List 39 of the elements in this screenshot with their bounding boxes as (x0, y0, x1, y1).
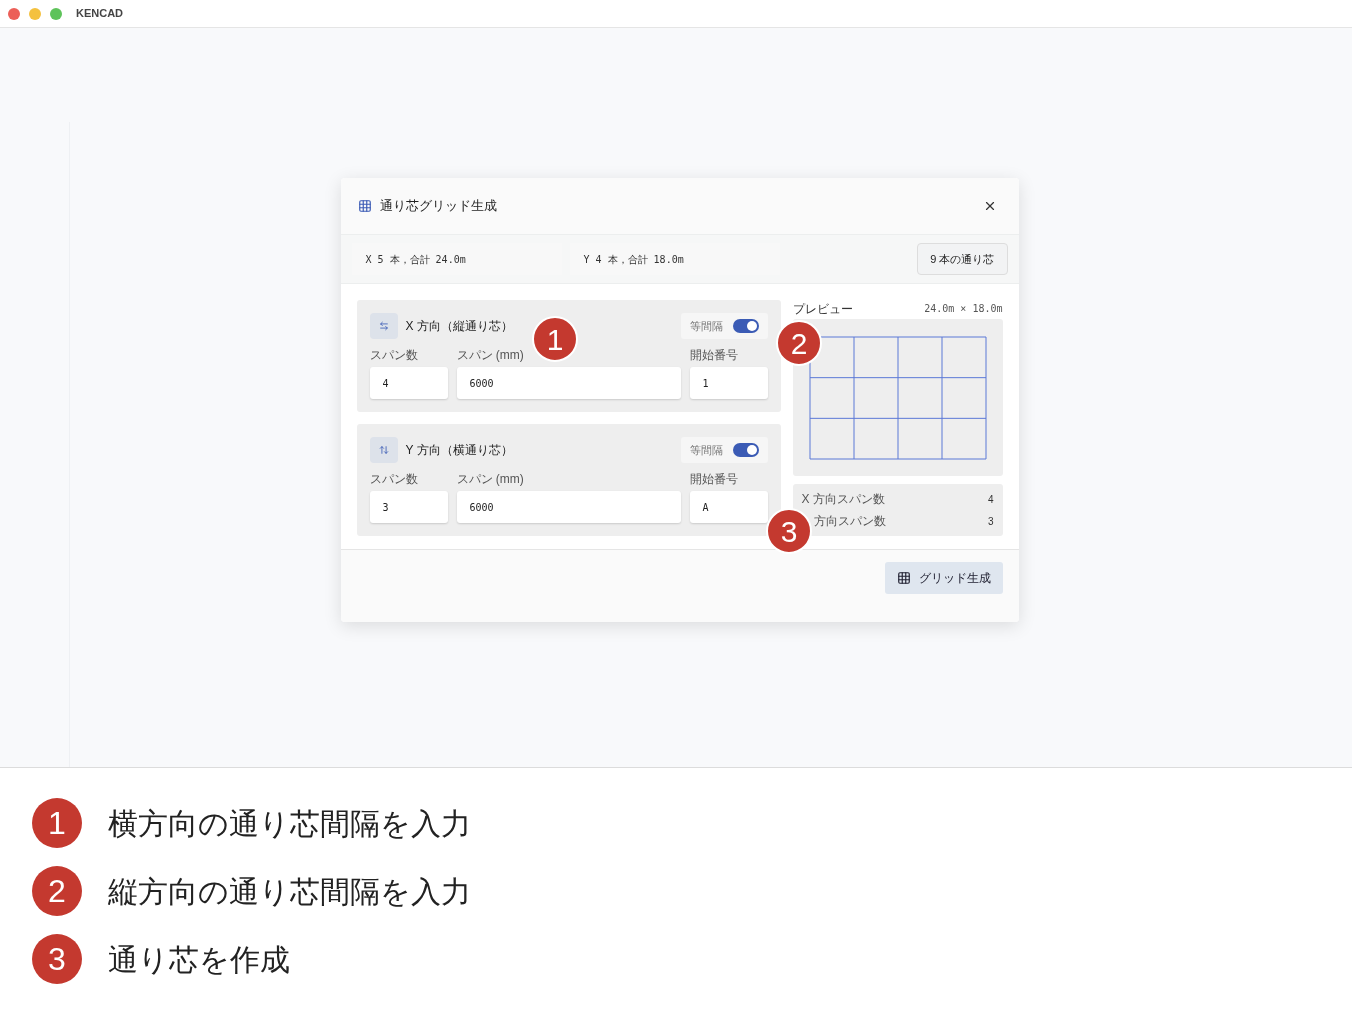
input-field[interactable]: 6000 (456, 367, 681, 399)
legend-text: 通り芯を作成 (108, 941, 290, 978)
equal-spacing-control[interactable]: 等間隔 (680, 437, 768, 463)
direction-title: X 方向（縦通り芯） (405, 318, 513, 335)
field-label: 開始番号 (689, 347, 739, 363)
equal-spacing-control[interactable]: 等間隔 (680, 313, 768, 339)
legend-marker: 2 (32, 866, 82, 916)
stat-label: X 方向スパン数 (801, 491, 885, 508)
dialog-title: 通り芯グリッド生成 (379, 197, 497, 216)
toggle-switch[interactable] (732, 319, 759, 333)
legend-text: 縦方向の通り芯間隔を入力 (108, 873, 471, 910)
legend-text: 横方向の通り芯間隔を入力 (108, 805, 471, 842)
stat-value: 3 (987, 514, 994, 529)
total-lines-button[interactable]: 9 本の通り芯 (917, 243, 1008, 275)
stat-value: 4 (987, 492, 994, 507)
left-right-arrows-icon (369, 313, 398, 339)
stat-label: 方向スパン数 (812, 513, 886, 530)
input-field[interactable]: 4 (369, 367, 448, 399)
grid-icon (357, 199, 372, 213)
field-label: スパン (mm) (456, 471, 525, 487)
grid-icon (896, 571, 911, 585)
legend-marker: 3 (32, 934, 82, 984)
legend-marker: 1 (32, 798, 82, 848)
input-field[interactable]: 3 (369, 491, 448, 523)
direction-title: Y 方向（横通り芯） (405, 442, 513, 459)
field-label: スパン (mm) (456, 347, 525, 363)
input-field[interactable]: 6000 (456, 491, 681, 523)
window-title: KENCAD (76, 6, 124, 22)
input-field[interactable]: 1 (689, 367, 768, 399)
field-label: スパン数 (369, 471, 419, 487)
field-label: スパン数 (369, 347, 419, 363)
preview-label: プレビュー (792, 300, 853, 318)
input-field[interactable]: A (689, 491, 768, 523)
generate-grid-button[interactable]: グリッド生成 (884, 562, 1003, 594)
preview-size: 24.0m × 18.0m (924, 302, 1003, 316)
close-window-icon[interactable] (8, 7, 20, 20)
field-label: 開始番号 (689, 471, 739, 487)
up-down-arrows-icon (369, 437, 398, 463)
toggle-switch[interactable] (732, 443, 759, 457)
